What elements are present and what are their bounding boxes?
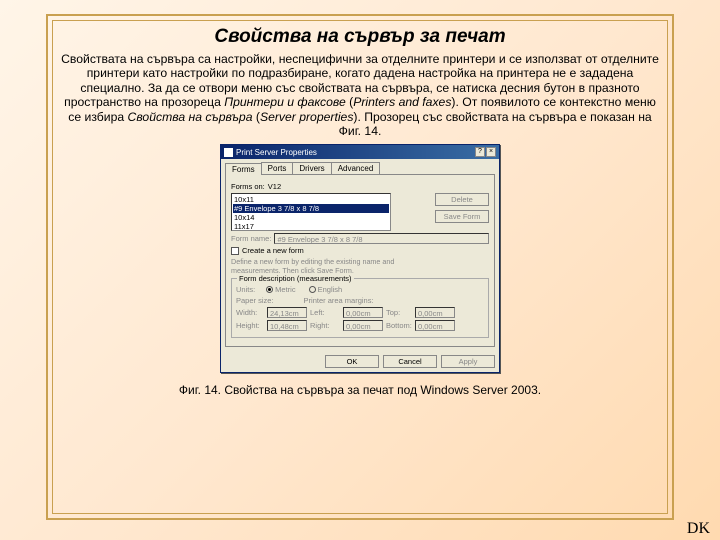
units-label: Units: (236, 285, 255, 294)
print-server-dialog: Print Server Properties ? × Forms Ports … (220, 144, 500, 373)
left-field[interactable]: 0,00cm (343, 307, 383, 318)
tabs: Forms Ports Drivers Advanced (221, 159, 499, 174)
window-title: Print Server Properties (236, 148, 317, 157)
new-form-checkbox[interactable] (231, 247, 239, 255)
bottom-field[interactable]: 0,00cm (415, 320, 455, 331)
forms-on-label: Forms on: (231, 182, 265, 191)
form-name-label: Form name: (231, 234, 271, 243)
dialog-buttons: OK Cancel Apply (221, 351, 499, 372)
height-label: Height: (236, 321, 264, 330)
width-label: Width: (236, 308, 264, 317)
bottom-label: Bottom: (386, 321, 412, 330)
new-form-label: Create a new form (242, 246, 304, 255)
para-italic: Server properties (260, 110, 353, 124)
group-legend: Form description (measurements) (237, 274, 354, 283)
margins-label: Printer area margins: (304, 296, 374, 305)
left-label: Left: (310, 308, 340, 317)
right-field[interactable]: 0,00cm (343, 320, 383, 331)
para-italic: Printers and faxes (353, 95, 451, 109)
tab-ports[interactable]: Ports (261, 162, 294, 174)
radio-english-label: English (318, 285, 343, 294)
radio-metric[interactable] (266, 286, 273, 293)
titlebar[interactable]: Print Server Properties ? × (221, 145, 499, 159)
list-item[interactable]: 11x17 (233, 222, 389, 231)
radio-english[interactable] (309, 286, 316, 293)
apply-button[interactable]: Apply (441, 355, 495, 368)
page-title: Свойства на сървър за печат (58, 26, 662, 48)
tab-advanced[interactable]: Advanced (331, 162, 381, 174)
forms-on-value: V12 (268, 182, 281, 191)
top-label: Top: (386, 308, 412, 317)
form-name-field[interactable]: #9 Envelope 3 7/8 x 8 7/8 (274, 233, 489, 244)
list-item[interactable]: 10x14 (233, 213, 389, 222)
close-button[interactable]: × (486, 147, 496, 157)
width-field[interactable]: 24,13cm (267, 307, 307, 318)
window-icon (224, 148, 233, 157)
help-text: Define a new form by editing the existin… (231, 257, 489, 266)
slide-content: Свойства на сървър за печат Свойствата н… (58, 26, 662, 506)
delete-button[interactable]: Delete (435, 193, 489, 206)
forms-listbox[interactable]: 10x11 #9 Envelope 3 7/8 x 8 7/8 10x14 11… (231, 193, 391, 231)
paper-size-label: Paper size: (236, 296, 274, 305)
right-label: Right: (310, 321, 340, 330)
para-italic: Принтери и факсове (224, 95, 345, 109)
save-form-button[interactable]: Save Form (435, 210, 489, 223)
corner-mark: DK (687, 520, 710, 538)
para-text: ( (252, 110, 259, 124)
figure-caption: Фиг. 14. Свойства на сървъра за печат по… (58, 383, 662, 397)
form-description-group: Form description (measurements) Units: M… (231, 278, 489, 338)
para-text: ). Прозорец със свойствата на сървъра е … (339, 110, 652, 138)
tab-forms[interactable]: Forms (225, 163, 262, 175)
top-field[interactable]: 0,00cm (415, 307, 455, 318)
tab-body: Forms on: V12 10x11 #9 Envelope 3 7/8 x … (225, 174, 495, 347)
list-item[interactable]: 10x11 (233, 195, 389, 204)
help-button[interactable]: ? (475, 147, 485, 157)
height-field[interactable]: 10,48cm (267, 320, 307, 331)
tab-drivers[interactable]: Drivers (292, 162, 331, 174)
cancel-button[interactable]: Cancel (383, 355, 437, 368)
radio-metric-label: Metric (275, 285, 295, 294)
body-paragraph: Свойствата на сървъра са настройки, несп… (58, 52, 662, 138)
ok-button[interactable]: OK (325, 355, 379, 368)
list-item[interactable]: #9 Envelope 3 7/8 x 8 7/8 (233, 204, 389, 213)
para-italic: Свойства на сървъра (128, 110, 253, 124)
